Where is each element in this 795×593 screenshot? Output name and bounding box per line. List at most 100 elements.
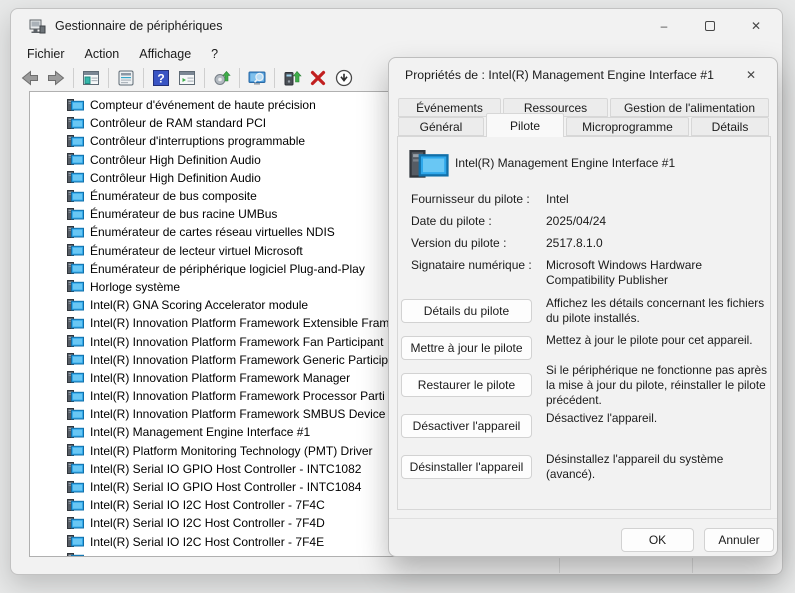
uninstall-device-icon[interactable] — [305, 66, 331, 90]
device-label: Horloge système — [90, 280, 180, 294]
disable-device-button[interactable]: Désactiver l'appareil — [401, 414, 532, 438]
driver-details-description: Affichez les détails concernant les fich… — [546, 296, 774, 326]
device-label: Intel(R) Management Engine Interface #1 — [90, 425, 310, 439]
field-value: 2517.8.1.0 — [546, 236, 771, 251]
device-manager-app-icon — [29, 19, 46, 34]
system-device-icon — [67, 244, 84, 257]
system-device-icon — [67, 262, 84, 275]
maximize-icon — [705, 21, 715, 31]
device-label: Énumérateur de bus composite — [90, 189, 257, 203]
back-arrow-icon[interactable] — [17, 66, 43, 90]
device-label: Intel(R) Innovation Platform Framework M… — [90, 371, 350, 385]
minimize-button[interactable]: – — [641, 9, 687, 42]
computer-search-icon[interactable] — [244, 66, 270, 90]
uninstall-device-button[interactable]: Désinstaller l'appareil — [401, 455, 532, 479]
toolbar-separator — [143, 68, 144, 88]
system-device-icon — [67, 535, 84, 548]
device-label: Intel(R) Platform Monitoring Technology … — [90, 444, 373, 458]
system-device-icon — [67, 390, 84, 403]
device-label: Intel(R) Serial IO I2C Host Controller -… — [90, 498, 325, 512]
device-label: Contrôleur de RAM standard PCI — [90, 116, 266, 130]
update-driver-icon[interactable] — [279, 66, 305, 90]
system-device-icon — [67, 371, 84, 384]
device-label: Compteur d'événement de haute précision — [90, 98, 316, 112]
footer-separator — [389, 518, 777, 519]
system-device-icon — [67, 280, 84, 293]
desktop: Gestionnaire de périphériques – ✕ Fichie… — [0, 0, 795, 593]
system-device-icon — [67, 444, 84, 457]
field-value: Intel — [546, 192, 771, 207]
show-console-tree-icon[interactable] — [78, 66, 104, 90]
tab-d-tails[interactable]: Détails — [691, 117, 769, 136]
dialog-title: Propriétés de : Intel(R) Management Engi… — [405, 68, 714, 82]
device-label: Énumérateur de cartes réseau virtuelles … — [90, 225, 335, 239]
device-label: Contrôleur d'interruptions programmable — [90, 134, 305, 148]
disable-device-description: Désactivez l'appareil. — [546, 411, 774, 426]
driver-details-button[interactable]: Détails du pilote — [401, 299, 532, 323]
dialog-title-bar: Propriétés de : Intel(R) Management Engi… — [389, 58, 777, 92]
system-device-icon — [67, 462, 84, 475]
toolbar: ? — [17, 65, 357, 91]
system-device-icon — [67, 317, 84, 330]
maximize-button[interactable] — [687, 9, 733, 42]
close-button[interactable]: ✕ — [733, 9, 779, 42]
menu-fichier[interactable]: Fichier — [17, 47, 75, 61]
system-device-icon — [67, 335, 84, 348]
disable-device-icon[interactable] — [331, 66, 357, 90]
cancel-button[interactable]: Annuler — [704, 528, 774, 552]
properties-icon[interactable] — [113, 66, 139, 90]
device-label: Intel(R) Innovation Platform Framework G… — [90, 353, 388, 367]
toolbar-separator — [274, 68, 275, 88]
device-label: Énumérateur de bus racine UMBus — [90, 207, 277, 221]
update-driver-description: Mettez à jour le pilote pour cet apparei… — [546, 333, 774, 348]
properties-dialog: Propriétés de : Intel(R) Management Engi… — [388, 57, 778, 557]
toolbar-separator — [73, 68, 74, 88]
menu-?[interactable]: ? — [201, 47, 228, 61]
system-device-icon — [67, 153, 84, 166]
system-device-icon — [67, 208, 84, 221]
device-label: Intel(R) Serial IO GPIO Host Controller … — [90, 462, 361, 476]
system-device-icon — [67, 190, 84, 203]
field-label: Date du pilote : — [411, 214, 543, 228]
device-name: Intel(R) Management Engine Interface #1 — [455, 156, 675, 170]
help-icon[interactable]: ? — [148, 66, 174, 90]
window-title: Gestionnaire de périphériques — [55, 19, 222, 33]
menu-affichage[interactable]: Affichage — [129, 47, 201, 61]
field-label: Fournisseur du pilote : — [411, 192, 543, 206]
roll-back-driver-button[interactable]: Restaurer le pilote — [401, 373, 532, 397]
device-label: Intel(R) Innovation Platform Framework S… — [90, 407, 385, 421]
device-label: Intel(R) Serial IO I2C Host Controller -… — [90, 535, 324, 549]
ok-button[interactable]: OK — [621, 528, 694, 552]
update-driver-button[interactable]: Mettre à jour le pilote — [401, 336, 532, 360]
field-value: 2025/04/24 — [546, 214, 771, 229]
system-device-icon — [67, 171, 84, 184]
menu-action[interactable]: Action — [75, 47, 130, 61]
field-value: Microsoft Windows Hardware Compatibility… — [546, 258, 771, 288]
device-label: Intel(R) Serial IO GPIO Host Controller … — [90, 480, 361, 494]
uninstall-device-description: Désinstallez l'appareil du système (avan… — [546, 452, 774, 482]
device-label: Intel(R) GNA Scoring Accelerator module — [90, 298, 308, 312]
panel-edge-line — [559, 558, 560, 573]
tab-g-n-ral[interactable]: Général — [398, 117, 484, 136]
toolbar-separator — [204, 68, 205, 88]
title-bar: Gestionnaire de périphériques – ✕ — [11, 9, 782, 43]
device-label: Énumérateur de périphérique logiciel Plu… — [90, 262, 365, 276]
forward-arrow-icon[interactable] — [43, 66, 69, 90]
system-device-icon — [67, 353, 84, 366]
device-icon-large — [409, 150, 449, 180]
device-label: Contrôleur High Definition Audio — [90, 153, 261, 167]
device-label: Intel(R) Serial IO I2C Host Controller -… — [90, 516, 325, 530]
system-device-icon — [67, 299, 84, 312]
scan-hardware-changes-icon[interactable] — [209, 66, 235, 90]
system-device-icon — [67, 226, 84, 239]
tab-gestion-de-l-alimentation[interactable]: Gestion de l'alimentation — [610, 98, 769, 117]
tab-pilote[interactable]: Pilote — [486, 113, 564, 137]
menu-bar: FichierActionAffichage? — [17, 45, 228, 63]
toolbar-separator — [108, 68, 109, 88]
export-list-icon[interactable] — [174, 66, 200, 90]
tab-microprogramme[interactable]: Microprogramme — [566, 117, 689, 136]
dialog-close-icon[interactable]: ✕ — [735, 61, 767, 89]
system-device-icon — [67, 499, 84, 512]
device-label: Énumérateur de lecteur virtuel Microsoft — [90, 244, 303, 258]
svg-text:?: ? — [157, 72, 164, 86]
